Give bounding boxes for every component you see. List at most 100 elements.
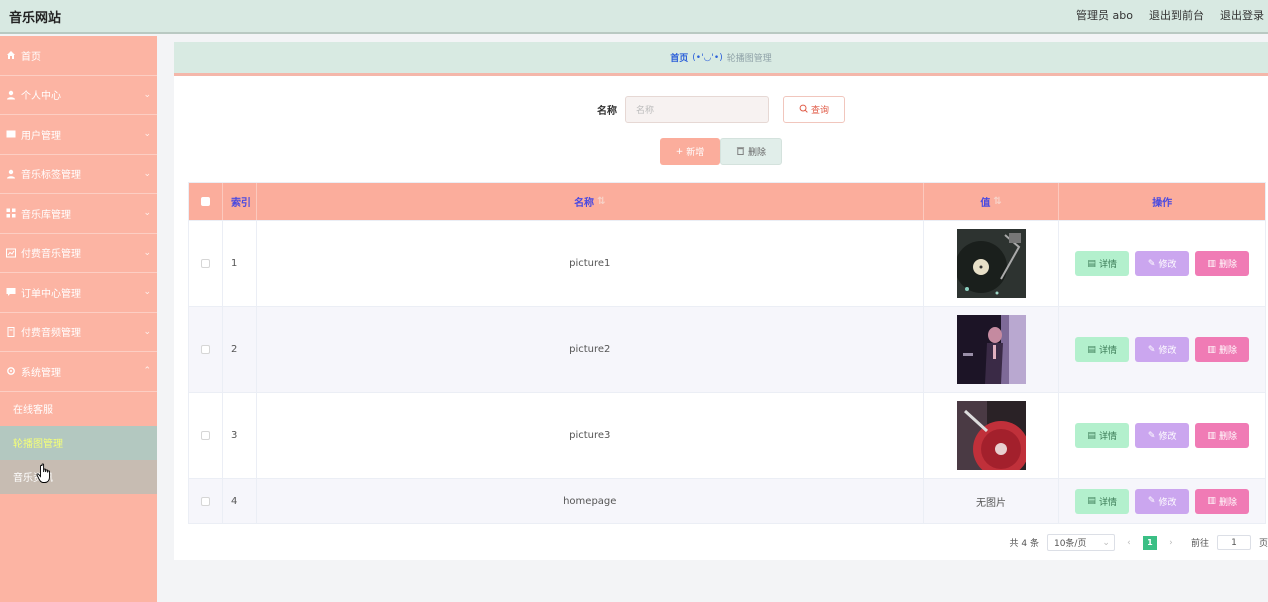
sort-icon: ⇅	[993, 196, 1002, 207]
action-bar: + 新增 删除	[174, 138, 1268, 165]
top-right-links: 管理员 abo 退出到前台 退出登录	[1076, 0, 1264, 30]
edit-button[interactable]: ✎ 修改	[1135, 251, 1190, 276]
row-checkbox[interactable]	[200, 345, 210, 354]
plus-icon: +	[675, 146, 684, 157]
row-checkbox[interactable]	[200, 496, 210, 506]
pencil-icon: ✎	[1147, 344, 1156, 355]
sidebar-item-label: 用户管理	[21, 130, 61, 142]
goto-page-input[interactable]: 1	[1216, 535, 1251, 550]
next-page-button[interactable]: ›	[1165, 538, 1177, 548]
top-bar: 音乐网站 管理员 abo 退出到前台 退出登录	[0, 0, 1268, 34]
prev-page-button[interactable]: ‹	[1123, 538, 1135, 548]
pencil-icon: ✎	[1147, 258, 1156, 269]
sidebar-item-user-management[interactable]: 用户管理 ⌄	[0, 115, 157, 155]
chevron-down-icon: ⌄	[143, 89, 151, 100]
detail-button[interactable]: ▤ 详情	[1075, 337, 1130, 362]
message-icon	[5, 287, 16, 298]
breadcrumb-home[interactable]: 首页	[670, 51, 688, 64]
page-number-current[interactable]: 1	[1142, 535, 1157, 550]
detail-button[interactable]: ▤ 详情	[1075, 423, 1130, 448]
hand-cursor-icon	[36, 463, 50, 483]
singer-portrait-image[interactable]	[956, 315, 1026, 384]
delete-button[interactable]: ▥ 删除	[1195, 251, 1250, 276]
chevron-down-icon: ⌄	[143, 208, 151, 218]
search-label: 名称	[597, 106, 617, 117]
sidebar-item-label: 个人中心	[21, 91, 61, 103]
row-name: picture3	[257, 393, 924, 478]
card-icon	[5, 129, 16, 140]
admin-label: 管理员 abo	[1076, 9, 1133, 22]
query-button-label: 查询	[810, 106, 829, 116]
logout-link[interactable]: 退出登录	[1220, 7, 1264, 23]
delete-button[interactable]: ▥ 删除	[1195, 337, 1250, 362]
edit-button[interactable]: ✎ 修改	[1135, 423, 1190, 448]
user-icon	[5, 89, 16, 100]
table-header: 索引 名称 ⇅ 值 ⇅ 操作	[189, 183, 1265, 220]
document-icon: ▤	[1087, 344, 1096, 355]
row-name: picture1	[257, 221, 924, 306]
chart-icon	[5, 247, 16, 258]
row-checkbox[interactable]	[200, 259, 210, 268]
chevron-down-icon: ⌄	[1102, 537, 1110, 548]
add-button[interactable]: + 新增	[660, 138, 720, 165]
search-input[interactable]: 名称	[625, 96, 769, 123]
total-count: 共 4 条	[1009, 539, 1039, 549]
sidebar-item-music-library-management[interactable]: 音乐库管理 ⌄	[0, 194, 157, 234]
sidebar-item-home[interactable]: 首页	[0, 36, 157, 76]
table-row: 1 picture1 ▤ 详情 ✎ 修改 ▥ 删除	[189, 220, 1265, 306]
detail-button[interactable]: ▤ 详情	[1075, 488, 1130, 514]
page-size-select[interactable]: 10条/页 ⌄	[1046, 534, 1115, 551]
header-index: 索引	[223, 183, 257, 220]
row-checkbox[interactable]	[200, 431, 210, 440]
chevron-down-icon: ⌄	[143, 168, 151, 179]
header-name[interactable]: 名称 ⇅	[257, 183, 924, 220]
sidebar-item-system-management[interactable]: 系统管理 ⌃	[0, 352, 157, 392]
sidebar-item-order-center-management[interactable]: 订单中心管理 ⌄	[0, 273, 157, 313]
sidebar: 首页 个人中心 ⌄ 用户管理 ⌄ 音乐标签管理 ⌄ 音乐库管理 ⌄ 付费音乐管理…	[0, 36, 157, 602]
sidebar-item-label: 音乐标签管理	[21, 170, 81, 182]
edit-button[interactable]: ✎ 修改	[1135, 488, 1190, 514]
table-row: 2 picture2 ▤ 详情 ✎ 修改 ▥ 删除	[189, 306, 1265, 392]
sidebar-item-paid-music-management[interactable]: 付费音乐管理 ⌄	[0, 234, 157, 273]
sidebar-item-personal-center[interactable]: 个人中心 ⌄	[0, 76, 157, 115]
row-index: 1	[223, 221, 257, 306]
detail-button[interactable]: ▤ 详情	[1075, 251, 1130, 276]
batch-delete-label: 删除	[747, 148, 766, 158]
chevron-down-icon: ⌄	[143, 129, 151, 139]
breadcrumb: 首页 (•'◡'•) 轮播图管理	[174, 42, 1268, 76]
sidebar-item-label: 付费音乐管理	[21, 249, 81, 261]
sidebar-subitem-carousel-management[interactable]: 轮播图管理	[0, 425, 157, 460]
delete-button[interactable]: ▥ 删除	[1195, 488, 1250, 514]
sidebar-item-paid-audio-management[interactable]: 付费音频管理 ⌄	[0, 313, 157, 352]
exit-to-front-link[interactable]: 退出到前台	[1149, 7, 1204, 23]
delete-button[interactable]: ▥ 删除	[1195, 423, 1250, 448]
red-vinyl-image[interactable]	[956, 401, 1026, 470]
batch-delete-button[interactable]: 删除	[720, 138, 782, 165]
search-bar: 名称 名称 查询	[174, 96, 1268, 123]
user-icon	[5, 168, 16, 179]
chevron-down-icon: ⌄	[143, 287, 151, 297]
edit-button[interactable]: ✎ 修改	[1135, 337, 1190, 362]
vinyl-record-image[interactable]	[956, 229, 1026, 298]
sidebar-item-music-tag-management[interactable]: 音乐标签管理 ⌄	[0, 155, 157, 194]
table-row: 3 picture3 ▤ 详情 ✎ 修改 ▥ 删除	[189, 392, 1265, 478]
pencil-icon: ✎	[1147, 430, 1156, 441]
document-icon: ▤	[1087, 258, 1096, 269]
header-value[interactable]: 值 ⇅	[924, 183, 1060, 220]
sidebar-subitem-music-news[interactable]: 音乐资讯	[0, 459, 157, 494]
chevron-up-icon: ⌃	[143, 366, 151, 376]
query-button[interactable]: 查询	[783, 96, 845, 123]
pencil-icon: ✎	[1147, 496, 1156, 506]
sort-icon: ⇅	[597, 196, 606, 207]
header-ops: 操作	[1152, 198, 1173, 209]
sidebar-item-label: 音乐库管理	[21, 209, 71, 221]
select-all-checkbox[interactable]	[200, 197, 210, 206]
trash-icon: ▥	[1207, 258, 1216, 269]
chevron-down-icon: ⌄	[143, 326, 151, 337]
sidebar-subitem-online-service[interactable]: 在线客服	[0, 392, 157, 426]
row-index: 3	[223, 393, 257, 478]
sidebar-item-label: 订单中心管理	[21, 288, 81, 300]
add-button-label: 新增	[686, 148, 705, 158]
row-name: picture2	[257, 307, 924, 392]
pagination: 共 4 条 10条/页 ⌄ ‹ 1 › 前往 1 页	[1010, 534, 1268, 551]
